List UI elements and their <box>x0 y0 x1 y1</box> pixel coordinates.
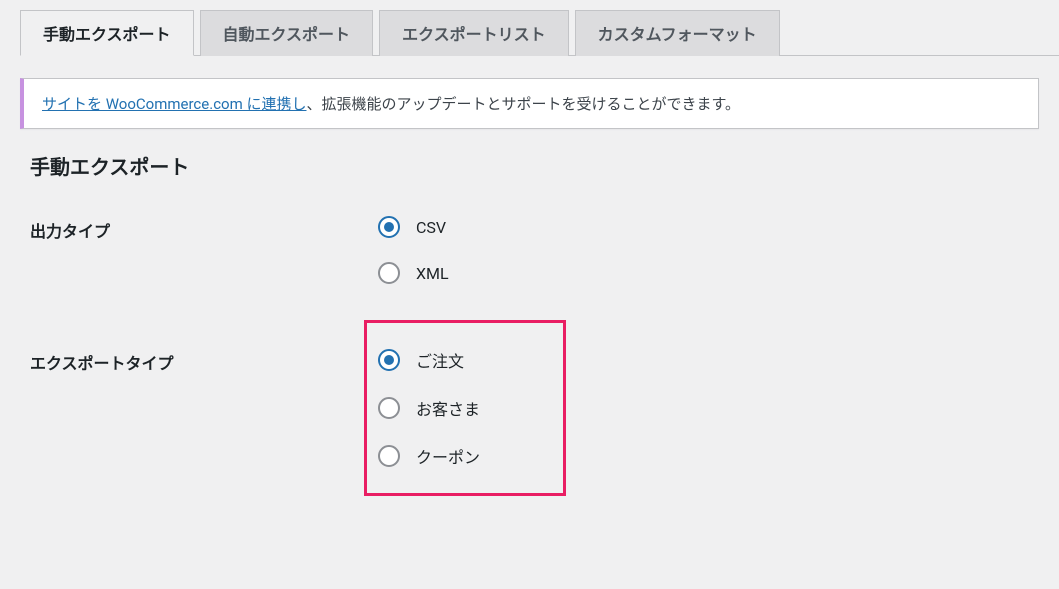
tab-export-list[interactable]: エクスポートリスト <box>379 10 569 56</box>
export-type-label: エクスポートタイプ <box>30 348 378 468</box>
export-type-option-customers[interactable]: お客さま <box>378 396 480 420</box>
export-type-section: エクスポートタイプ ご注文 お客さま クーポン <box>20 348 1039 468</box>
tab-manual-export[interactable]: 手動エクスポート <box>20 10 194 56</box>
radio-label: CSV <box>416 218 446 237</box>
notice-banner: サイトを WooCommerce.com に連携し、拡張機能のアップデートとサポ… <box>20 78 1039 129</box>
output-type-options: CSV XML <box>378 216 1039 284</box>
export-type-option-orders[interactable]: ご注文 <box>378 348 480 372</box>
page-title: 手動エクスポート <box>30 151 1039 180</box>
output-type-option-csv[interactable]: CSV <box>378 216 1039 238</box>
radio-label: XML <box>416 264 449 283</box>
radio-icon <box>378 349 400 371</box>
radio-label: クーポン <box>416 444 480 468</box>
radio-label: ご注文 <box>416 348 464 372</box>
notice-suffix: 、拡張機能のアップデートとサポートを受けることができます。 <box>306 95 740 113</box>
tab-auto-export[interactable]: 自動エクスポート <box>200 10 374 56</box>
tab-custom-format[interactable]: カスタムフォーマット <box>575 10 780 56</box>
radio-icon <box>378 445 400 467</box>
output-type-label: 出力タイプ <box>30 216 378 284</box>
radio-icon <box>378 262 400 284</box>
export-type-options: ご注文 お客さま クーポン <box>378 348 480 468</box>
notice-link[interactable]: サイトを WooCommerce.com に連携し <box>42 95 306 113</box>
radio-icon <box>378 397 400 419</box>
radio-label: お客さま <box>416 396 480 420</box>
output-type-option-xml[interactable]: XML <box>378 262 1039 284</box>
nav-tabs: 手動エクスポート 自動エクスポート エクスポートリスト カスタムフォーマット <box>20 0 1059 56</box>
radio-icon <box>378 216 400 238</box>
output-type-section: 出力タイプ CSV XML <box>20 216 1039 284</box>
export-type-option-coupons[interactable]: クーポン <box>378 444 480 468</box>
